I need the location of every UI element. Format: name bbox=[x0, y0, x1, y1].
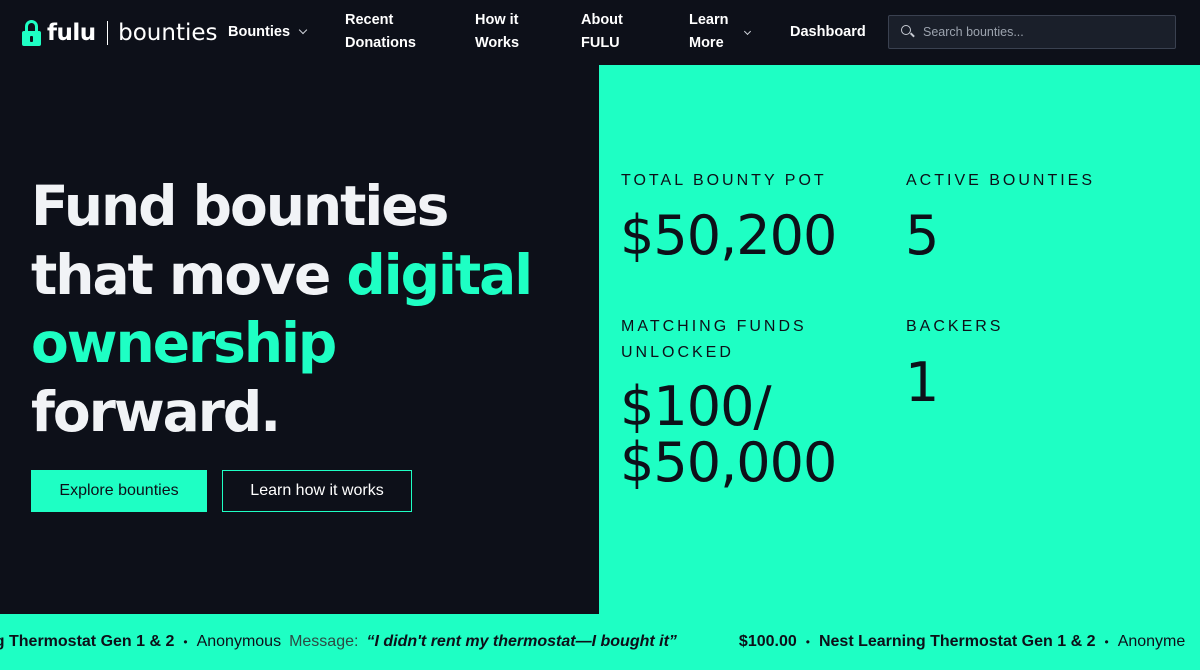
page: fulu bounties Bounties Recent Donations … bbox=[0, 0, 1200, 670]
matching-funds-label: MATCHING FUNDS UNLOCKED bbox=[621, 314, 807, 366]
hero-line-1: Fund bounties bbox=[31, 174, 449, 238]
hero-line-3-accent: ownership bbox=[31, 311, 337, 375]
ticker-bounty-name: ng Thermostat Gen 1 & 2 bbox=[0, 633, 175, 650]
chevron-down-icon bbox=[298, 25, 308, 35]
search-icon bbox=[901, 25, 915, 39]
site-logo[interactable]: fulu bounties bbox=[22, 18, 218, 48]
total-bounty-pot-value: $50,200 bbox=[620, 204, 837, 267]
ticker-bounty-name: Nest Learning Thermostat Gen 1 & 2 bbox=[818, 633, 1096, 650]
hero-line-2-accent: digital bbox=[346, 242, 533, 307]
explore-bounties-button[interactable]: Explore bounties bbox=[31, 470, 207, 512]
hero-line-2-plain: that move bbox=[31, 242, 347, 307]
nav-recent-line2: Donations bbox=[345, 35, 416, 51]
backers-value: 1 bbox=[905, 351, 939, 414]
lock-icon bbox=[22, 20, 41, 46]
matching-funds-label-line2: UNLOCKED bbox=[621, 344, 734, 361]
nav-about-fulu[interactable]: About FULU bbox=[581, 9, 623, 55]
matching-funds-value-line1: $100/ bbox=[620, 375, 772, 438]
matching-funds-value-line2: $50,000 bbox=[620, 431, 837, 494]
nav-how-it-works[interactable]: How it Works bbox=[475, 9, 519, 55]
ticker-donor: Anonyme bbox=[1117, 633, 1186, 650]
search-box[interactable] bbox=[888, 15, 1176, 49]
ticker-separator: • bbox=[805, 635, 810, 649]
logo-fulu-text: fulu bbox=[47, 20, 96, 46]
matching-funds-value: $100/ $50,000 bbox=[620, 375, 837, 494]
matching-funds-label-line1: MATCHING FUNDS bbox=[621, 318, 807, 335]
hero-line-4: forward. bbox=[31, 379, 281, 444]
logo-bounties-text: bounties bbox=[118, 20, 218, 46]
ticker-separator: • bbox=[1104, 635, 1109, 649]
nav-learn-line2: More bbox=[689, 35, 724, 51]
logo-divider bbox=[106, 21, 109, 45]
active-bounties-label: ACTIVE BOUNTIES bbox=[906, 172, 1096, 189]
ticker-message: “I didn't rent my thermostat—I bought it… bbox=[366, 633, 677, 650]
ticker-amount: $100.00 bbox=[738, 633, 797, 650]
ticker-separator: • bbox=[183, 635, 188, 649]
total-bounty-pot-label: TOTAL BOUNTY POT bbox=[621, 172, 827, 189]
nav-recent-line1: Recent bbox=[345, 12, 394, 28]
hero-headline: Fund bounties that move digital ownershi… bbox=[31, 172, 591, 446]
nav-learn-line1: Learn bbox=[689, 12, 729, 28]
active-bounties-value: 5 bbox=[905, 204, 939, 267]
nav-bounties-dropdown[interactable]: Bounties bbox=[228, 21, 308, 44]
ticker-message-label: Message: bbox=[289, 633, 359, 650]
nav-learn-more-dropdown[interactable]: Learn More bbox=[689, 9, 751, 55]
search-input[interactable] bbox=[923, 25, 1163, 39]
learn-how-it-works-button[interactable]: Learn how it works bbox=[222, 470, 412, 512]
nav-about-line1: About bbox=[581, 12, 623, 28]
stats-panel: TOTAL BOUNTY POT $50,200 ACTIVE BOUNTIES… bbox=[599, 65, 1200, 614]
nav-bounties-label: Bounties bbox=[228, 24, 291, 40]
nav-about-line2: FULU bbox=[581, 35, 620, 51]
backers-label: BACKERS bbox=[906, 318, 1004, 335]
top-nav: fulu bounties Bounties Recent Donations … bbox=[0, 0, 1200, 65]
ticker-track: ng Thermostat Gen 1 & 2 • Anonymous Mess… bbox=[0, 633, 1185, 651]
donation-ticker: ng Thermostat Gen 1 & 2 • Anonymous Mess… bbox=[0, 614, 1200, 670]
nav-dashboard[interactable]: Dashboard bbox=[790, 21, 866, 44]
chevron-down-icon bbox=[743, 27, 751, 35]
ticker-donor: Anonymous bbox=[196, 633, 282, 650]
nav-how-line1: How it bbox=[475, 12, 519, 28]
nav-how-line2: Works bbox=[475, 35, 520, 51]
nav-recent-donations[interactable]: Recent Donations bbox=[345, 9, 416, 55]
